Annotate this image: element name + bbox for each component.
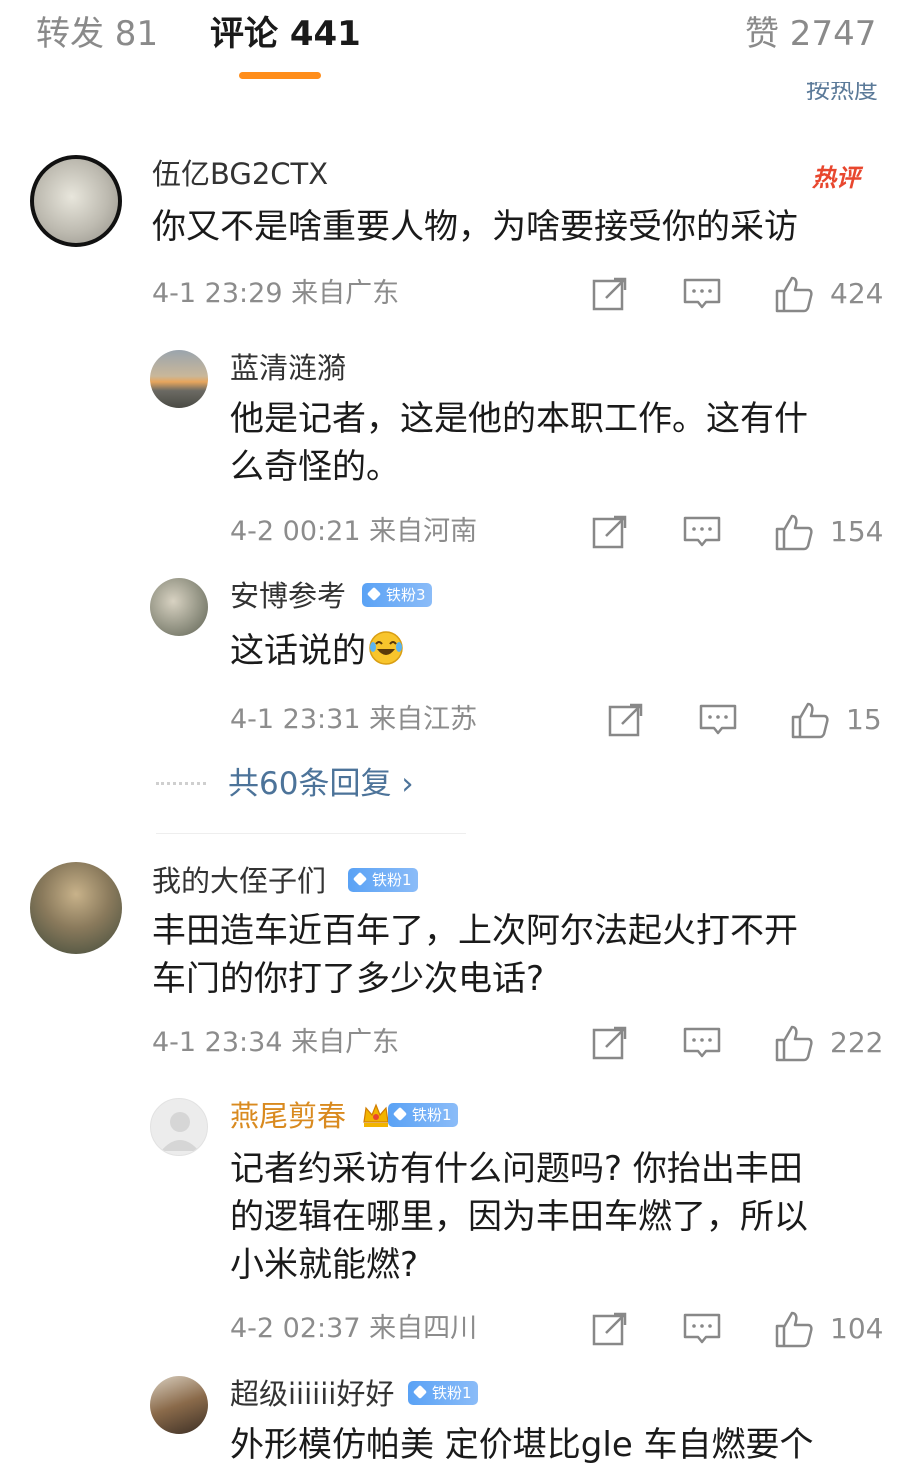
view-more-replies-link[interactable]: 共60条回复 › (228, 766, 414, 802)
like-icon[interactable] (774, 1309, 814, 1349)
avatar[interactable] (150, 1098, 208, 1156)
comment-icon[interactable] (698, 700, 738, 740)
like-count: 154 (830, 515, 884, 548)
reply-text-line: 的逻辑在哪里，因为丰田车燃了，所以 (230, 1197, 808, 1237)
reply-author[interactable]: 燕尾剪春 (230, 1098, 346, 1134)
reply-text-line: 记者约采访有什么问题吗? 你抬出丰田 (230, 1149, 803, 1189)
like-count: 15 (846, 703, 882, 736)
comment-text-line: 车门的你打了多少次电话? (152, 959, 545, 999)
reply-meta: 4-1 23:31 来自江苏 (230, 704, 478, 735)
reply-author[interactable]: 蓝清涟漪 (230, 350, 346, 386)
comment-icon[interactable] (682, 512, 722, 552)
repost-icon[interactable] (606, 700, 646, 740)
avatar[interactable] (150, 1376, 208, 1434)
tab-likes[interactable]: 赞 2747 (745, 12, 876, 56)
like-icon[interactable] (774, 512, 814, 552)
hot-comment-badge: 热评 (812, 164, 860, 192)
reply-text-line: 小米就能燃? (230, 1245, 419, 1285)
repost-icon[interactable] (590, 274, 630, 314)
active-tab-indicator (239, 72, 321, 79)
crown-icon (363, 1103, 389, 1127)
reply-text: 这话说的 (230, 626, 404, 676)
fan-level-badge: 铁粉3 (362, 583, 432, 607)
comment-text-line: 丰田造车近百年了，上次阿尔法起火打不开 (152, 911, 798, 951)
reply-text-line: 他是记者，这是他的本职工作。这有什 (230, 399, 808, 439)
comment-icon[interactable] (682, 274, 722, 314)
like-icon[interactable] (774, 274, 814, 314)
reply-thread-dots (156, 782, 206, 786)
comment-divider (156, 833, 466, 834)
fan-level-badge: 铁粉1 (348, 868, 418, 892)
reply-author[interactable]: 安博参考 (230, 578, 346, 614)
reply-text-line: 么奇怪的。 (230, 447, 400, 487)
repost-icon[interactable] (590, 1023, 630, 1063)
like-icon[interactable] (774, 1023, 814, 1063)
tab-repost[interactable]: 转发 81 (36, 12, 158, 56)
avatar[interactable] (30, 155, 122, 247)
reply-meta: 4-2 02:37 来自四川 (230, 1313, 478, 1344)
like-count: 424 (830, 277, 884, 310)
avatar[interactable] (150, 350, 208, 408)
sort-toggle[interactable]: 按热度 (806, 82, 878, 100)
reply-meta: 4-2 00:21 来自河南 (230, 516, 478, 547)
reply-author[interactable]: 超级iiiiii好好 (230, 1376, 394, 1412)
fan-level-badge: 铁粉1 (388, 1103, 458, 1127)
fan-level-badge: 铁粉1 (408, 1381, 478, 1405)
repost-icon[interactable] (590, 1309, 630, 1349)
comment-meta: 4-1 23:34 来自广东 (152, 1027, 400, 1058)
repost-icon[interactable] (590, 512, 630, 552)
laugh-cry-emoji (369, 631, 403, 665)
avatar[interactable] (150, 578, 208, 636)
like-icon[interactable] (790, 700, 830, 740)
like-count: 104 (830, 1312, 884, 1345)
comment-icon[interactable] (682, 1023, 722, 1063)
comment-icon[interactable] (682, 1309, 722, 1349)
tab-comments[interactable]: 评论 441 (210, 12, 361, 56)
comment-author[interactable]: 我的大侄子们 (152, 863, 326, 899)
comment-author[interactable]: 伍亿BG2CTX (152, 156, 328, 192)
comment-text: 你又不是啥重要人物，为啥要接受你的采访 (152, 207, 798, 247)
avatar[interactable] (30, 862, 122, 954)
reply-text-line: 外形模仿帕美 定价堪比gle 车自燃要个 (230, 1425, 814, 1465)
like-count: 222 (830, 1026, 884, 1059)
tab-bar: 转发 81 评论 441 赞 2747 按热度 (0, 0, 908, 100)
comment-meta: 4-1 23:29 来自广东 (152, 278, 400, 309)
